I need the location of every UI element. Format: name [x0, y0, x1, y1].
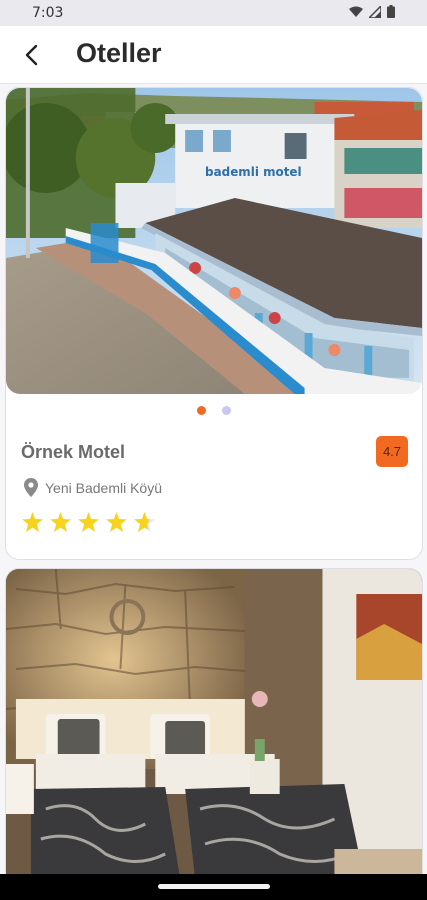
page-title: Oteller — [76, 38, 162, 68]
hotel-card[interactable]: bademli motel Örnek Motel 4.7 Yeni Badem… — [5, 87, 423, 560]
carousel-dots — [6, 406, 422, 415]
carousel-dot-2[interactable] — [222, 406, 231, 415]
status-bar: 7:03 — [0, 0, 427, 26]
system-nav-bar — [0, 874, 427, 900]
star-half-icon — [134, 512, 155, 532]
back-arrow-icon — [25, 44, 38, 66]
location-pin-icon — [24, 478, 38, 497]
battery-icon — [387, 5, 395, 18]
hotel-photo[interactable]: bademli motel — [6, 88, 422, 394]
status-icons — [349, 5, 395, 18]
rating-badge: 4.7 — [376, 436, 408, 467]
location-text: Yeni Bademli Köyü — [45, 479, 163, 496]
star-icon — [78, 512, 99, 532]
hotel-name: Örnek Motel — [21, 442, 126, 462]
signal-icon — [369, 5, 381, 18]
wifi-icon — [349, 6, 363, 17]
hotel-photo[interactable] — [6, 569, 422, 879]
home-gesture-bar[interactable] — [158, 884, 270, 889]
star-rating — [22, 512, 155, 532]
star-icon — [50, 512, 71, 532]
hotel-card[interactable] — [5, 568, 423, 900]
back-button[interactable] — [16, 40, 46, 70]
app-bar: Oteller — [0, 26, 427, 84]
carousel-dot-1[interactable] — [197, 406, 206, 415]
star-icon — [22, 512, 43, 532]
motel-sign: bademli motel — [205, 165, 302, 179]
status-time: 7:03 — [32, 5, 64, 21]
hotel-location: Yeni Bademli Köyü — [24, 478, 162, 497]
rating-value: 4.7 — [382, 444, 402, 459]
star-icon — [106, 512, 127, 532]
